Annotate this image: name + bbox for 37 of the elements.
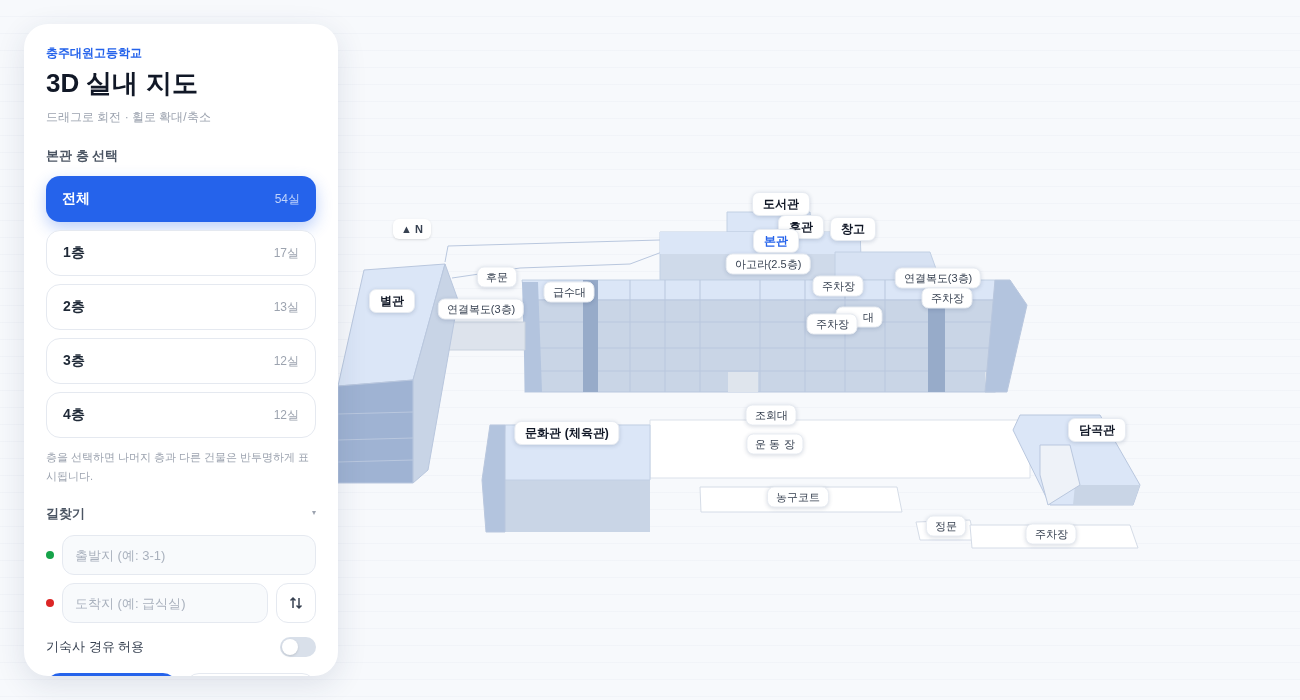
swap-icon — [289, 596, 303, 610]
place-label[interactable]: 주차장 — [806, 313, 858, 335]
toggle-switch[interactable] — [280, 637, 316, 657]
building-label[interactable]: 본관 — [753, 229, 799, 253]
place-label[interactable]: 아고라(2.5층) — [725, 253, 811, 275]
section-heading: 본관 층 선택 — [46, 147, 120, 165]
place-label[interactable]: 연결복도(3층) — [894, 267, 982, 289]
floor-option[interactable]: 1층 17실 — [46, 229, 316, 276]
panel-title: 3D 실내 지도 — [46, 67, 199, 100]
place-label[interactable]: 운 동 장 — [746, 433, 804, 455]
floor-note: 층을 선택하면 나머지 층과 다른 건물은 반투명하게 표시됩니다. — [46, 449, 311, 484]
place-label[interactable]: 주차장 — [1025, 523, 1077, 545]
place-label[interactable]: 농구코트 — [767, 486, 829, 508]
end-field[interactable]: 도착지 (예: 급식실) — [62, 583, 268, 623]
place-label[interactable]: 급수대 — [543, 281, 595, 303]
building-label[interactable]: 창고 — [830, 217, 876, 241]
place-label[interactable]: 조회대 — [745, 404, 797, 426]
place-label[interactable]: 주차장 — [921, 287, 973, 309]
floor-option[interactable]: 전체 54실 — [46, 175, 316, 222]
building-label[interactable]: 문화관 (체육관) — [514, 421, 620, 445]
building-label[interactable]: 도서관 — [752, 192, 810, 216]
swap-button[interactable] — [276, 583, 316, 623]
section-heading: 길찾기 — [46, 504, 85, 523]
place-label[interactable]: 주차장 — [812, 275, 864, 297]
start-field[interactable]: 출발지 (예: 3-1) — [62, 535, 316, 575]
place-label[interactable]: 후문 — [477, 266, 517, 288]
toggle-label: 기숙사 경유 허용 — [46, 638, 145, 657]
building-label[interactable]: 담곡관 — [1068, 418, 1126, 442]
place-label[interactable]: 정문 — [926, 515, 966, 537]
building-label[interactable]: 별관 — [369, 289, 415, 313]
floor-option[interactable]: 2층 13실 — [46, 283, 316, 330]
floor-option[interactable]: 3층 12실 — [46, 337, 316, 384]
school-name: 충주대원고등학교 — [46, 45, 143, 62]
place-label[interactable]: 연결복도(3층) — [437, 298, 525, 320]
hint-text: 드래그로 회전 · 휠로 확대/축소 — [46, 109, 212, 126]
compass-label: ▲ N — [393, 219, 431, 239]
floor-option[interactable]: 4층 12실 — [46, 391, 316, 438]
